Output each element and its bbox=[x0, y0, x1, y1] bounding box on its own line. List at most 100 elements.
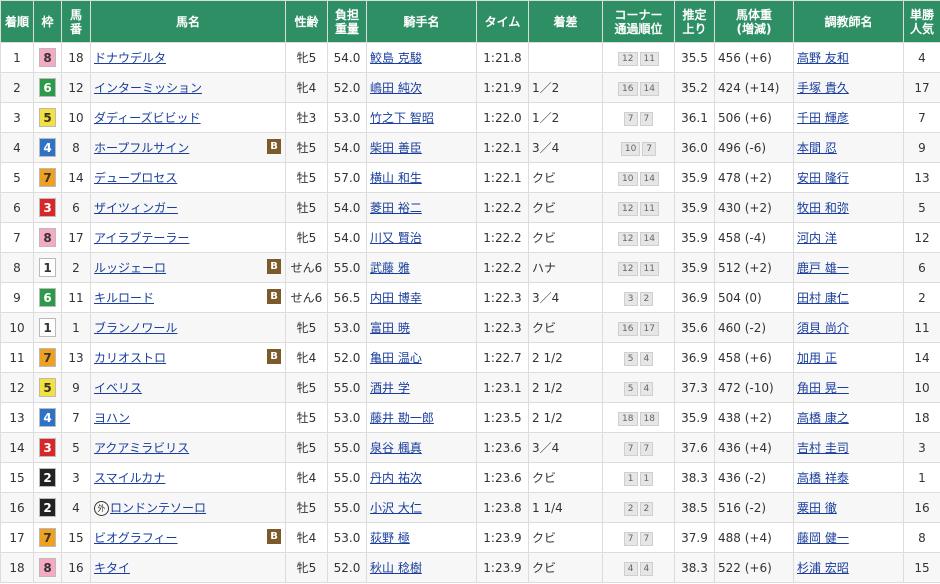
trainer-link[interactable]: 角田 晃一 bbox=[797, 381, 849, 395]
sex-age: 牝5 bbox=[285, 42, 328, 73]
waku-badge: 7 bbox=[39, 528, 56, 547]
header-jockey[interactable]: 騎手名 bbox=[366, 0, 477, 43]
horse-name-link[interactable]: インターミッション bbox=[94, 81, 202, 95]
jockey-link[interactable]: 竹之下 智昭 bbox=[370, 111, 434, 125]
trainer-link[interactable]: 安田 隆行 bbox=[797, 171, 849, 185]
jockey-link[interactable]: 秋山 稔樹 bbox=[370, 561, 422, 575]
jockey-link[interactable]: 鮫島 克駿 bbox=[370, 51, 422, 65]
header-popularity[interactable]: 単勝 人気 bbox=[903, 0, 940, 43]
corner-positions: 11 bbox=[602, 462, 675, 493]
jockey-link[interactable]: 菱田 裕二 bbox=[370, 201, 422, 215]
horse-name-link[interactable]: デュープロセス bbox=[94, 171, 177, 185]
trainer-link[interactable]: 河内 洋 bbox=[797, 231, 837, 245]
table-row: 12 5 9 イベリス 牝5 55.0 酒井 学 1:23.1 2 1/2 5 4 37.3 472 (… bbox=[0, 372, 940, 403]
header-sex-age[interactable]: 性齢 bbox=[285, 0, 328, 43]
header-body-weight[interactable]: 馬体重 (増減) bbox=[714, 0, 794, 43]
trainer-link[interactable]: 高野 友和 bbox=[797, 51, 849, 65]
horse-name-link[interactable]: キルロード bbox=[94, 291, 154, 305]
horse-name-link[interactable]: アクアミラビリス bbox=[94, 441, 189, 455]
jockey-cell: 藤井 勘一郎 bbox=[366, 402, 477, 433]
header-umaban[interactable]: 馬番 bbox=[61, 0, 91, 43]
horse-name-link[interactable]: スマイルカナ bbox=[94, 471, 165, 485]
finish-rank: 6 bbox=[0, 192, 34, 223]
header-weight[interactable]: 負担 重量 bbox=[327, 0, 367, 43]
corner-positions: 54 bbox=[602, 342, 675, 373]
horse-name-link[interactable]: カリオストロ bbox=[94, 351, 166, 365]
race-results-table: 着順 枠 馬番 馬名 性齢 負担 重量 騎手名 タイム 着差 コーナー 通過順位 推… bbox=[0, 0, 940, 583]
header-chakujun[interactable]: 着順 bbox=[0, 0, 34, 43]
trainer-link[interactable]: 千田 輝彦 bbox=[797, 111, 849, 125]
trainer-link[interactable]: 本間 忍 bbox=[797, 141, 837, 155]
corner-positions: 22 bbox=[602, 492, 675, 523]
jockey-link[interactable]: 藤井 勘一郎 bbox=[370, 411, 434, 425]
trainer-link[interactable]: 吉村 圭司 bbox=[797, 441, 849, 455]
horse-cell: ブランノワール bbox=[90, 312, 286, 343]
header-waku[interactable]: 枠 bbox=[33, 0, 62, 43]
corner-positions: 54 bbox=[602, 372, 675, 403]
trainer-link[interactable]: 藤岡 健一 bbox=[797, 531, 849, 545]
horse-name-link[interactable]: ドナウデルタ bbox=[94, 51, 166, 65]
jockey-link[interactable]: 川又 賢治 bbox=[370, 231, 422, 245]
sex-age: 牡5 bbox=[285, 492, 328, 523]
horse-name-link[interactable]: ロンドンテソーロ bbox=[110, 501, 206, 515]
trainer-cell: 田村 康仁 bbox=[793, 282, 904, 313]
trainer-link[interactable]: 杉浦 宏昭 bbox=[797, 561, 849, 575]
trainer-cell: 須貝 尚介 bbox=[793, 312, 904, 343]
trainer-link[interactable]: 手塚 貴久 bbox=[797, 81, 849, 95]
jockey-link[interactable]: 泉谷 楓真 bbox=[370, 441, 422, 455]
popularity: 14 bbox=[903, 342, 940, 373]
trainer-link[interactable]: 加用 正 bbox=[797, 351, 837, 365]
carried-weight: 55.0 bbox=[327, 252, 367, 283]
header-margin[interactable]: 着差 bbox=[528, 0, 603, 43]
popularity: 13 bbox=[903, 162, 940, 193]
trainer-link[interactable]: 高橋 康之 bbox=[797, 411, 849, 425]
header-agari-line1: 推定 bbox=[682, 7, 707, 22]
corner-position-2: 4 bbox=[639, 351, 654, 366]
horse-name-link[interactable]: ブランノワール bbox=[94, 321, 177, 335]
horse-name-link[interactable]: ビオグラフィー bbox=[94, 531, 178, 545]
corner-position-2: 2 bbox=[639, 501, 654, 516]
horse-name-link[interactable]: イベリス bbox=[94, 381, 142, 395]
horse-name-link[interactable]: キタイ bbox=[94, 561, 130, 575]
trainer-link[interactable]: 高橋 祥泰 bbox=[797, 471, 849, 485]
jockey-link[interactable]: 丹内 祐次 bbox=[370, 471, 422, 485]
trainer-cell: 手塚 貴久 bbox=[793, 72, 904, 103]
header-horse-name[interactable]: 馬名 bbox=[90, 0, 286, 43]
horse-name-link[interactable]: ルッジェーロ bbox=[94, 261, 166, 275]
popularity: 3 bbox=[903, 432, 940, 463]
jockey-link[interactable]: 内田 博幸 bbox=[370, 291, 422, 305]
jockey-link[interactable]: 柴田 善臣 bbox=[370, 141, 422, 155]
trainer-link[interactable]: 鹿戸 雄一 bbox=[797, 261, 849, 275]
horse-name-link[interactable]: ホープフルサイン bbox=[94, 141, 189, 155]
horse-name-link[interactable]: アイラブテーラー bbox=[94, 231, 189, 245]
jockey-link[interactable]: 横山 和生 bbox=[370, 171, 422, 185]
race-time: 1:22.2 bbox=[476, 192, 529, 223]
jockey-link[interactable]: 嶋田 純次 bbox=[370, 81, 422, 95]
jockey-link[interactable]: 荻野 極 bbox=[370, 531, 410, 545]
trainer-link[interactable]: 粟田 徹 bbox=[797, 501, 837, 515]
race-time: 1:23.6 bbox=[476, 462, 529, 493]
jockey-cell: 荻野 極 bbox=[366, 522, 477, 553]
jockey-link[interactable]: 酒井 学 bbox=[370, 381, 410, 395]
horse-name-link[interactable]: ザイツィンガー bbox=[94, 201, 178, 215]
horse-name-link[interactable]: ダディーズビビッド bbox=[94, 111, 201, 125]
jockey-link[interactable]: 小沢 大仁 bbox=[370, 501, 422, 515]
corner-position-1: 3 bbox=[623, 291, 638, 306]
race-time: 1:23.9 bbox=[476, 522, 529, 553]
last-3f: 35.2 bbox=[674, 72, 715, 103]
trainer-link[interactable]: 須貝 尚介 bbox=[797, 321, 849, 335]
jockey-link[interactable]: 富田 暁 bbox=[370, 321, 410, 335]
carried-weight: 55.0 bbox=[327, 492, 367, 523]
trainer-link[interactable]: 田村 康仁 bbox=[797, 291, 849, 305]
horse-number: 11 bbox=[61, 282, 91, 313]
header-agari[interactable]: 推定 上り bbox=[674, 0, 715, 43]
header-trainer[interactable]: 調教師名 bbox=[793, 0, 904, 43]
header-corner[interactable]: コーナー 通過順位 bbox=[602, 0, 675, 43]
trainer-cell: 藤岡 健一 bbox=[793, 522, 904, 553]
jockey-link[interactable]: 武藤 雅 bbox=[370, 261, 410, 275]
header-time[interactable]: タイム bbox=[476, 0, 529, 43]
horse-name-link[interactable]: ヨハン bbox=[94, 411, 130, 425]
jockey-link[interactable]: 亀田 温心 bbox=[370, 351, 422, 365]
trainer-link[interactable]: 牧田 和弥 bbox=[797, 201, 849, 215]
jockey-cell: 横山 和生 bbox=[366, 162, 477, 193]
